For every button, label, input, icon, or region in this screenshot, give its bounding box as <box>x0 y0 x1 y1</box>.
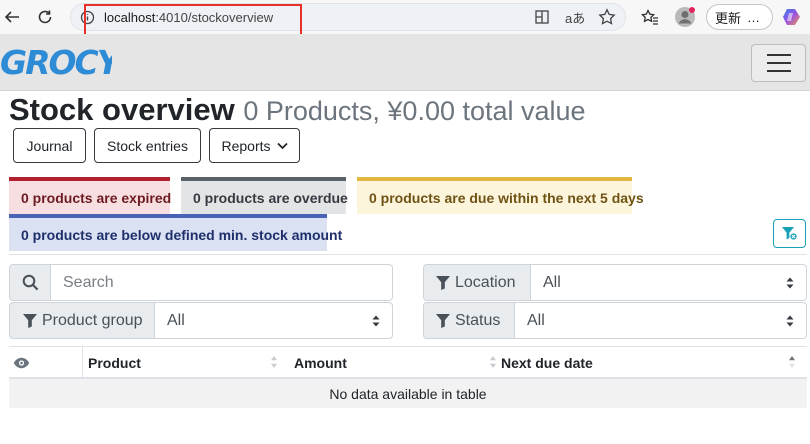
expired-status-badge[interactable]: 0 products are expired <box>9 177 171 214</box>
journal-button[interactable]: Journal <box>13 128 86 163</box>
location-filter-group: Location All <box>423 264 807 301</box>
stock-entries-button[interactable]: Stock entries <box>94 128 201 163</box>
sort-icon <box>489 355 497 369</box>
select-caret-icon <box>372 315 380 327</box>
page-subtitle: 0 Products, ¥0.00 total value <box>243 96 586 126</box>
overdue-status-badge[interactable]: 0 products are overdue <box>181 177 348 214</box>
product-group-addon: Product group <box>9 302 155 339</box>
product-group-select[interactable]: All <box>155 302 393 339</box>
status-select[interactable]: All <box>515 302 807 339</box>
location-addon: Location <box>423 264 531 301</box>
favorite-star-icon[interactable] <box>598 8 616 26</box>
product-group-filter-group: Product group All <box>9 302 393 339</box>
grocy-logo[interactable]: GROCY <box>0 43 112 79</box>
filter-icon <box>781 226 798 241</box>
svg-text:GROCY: GROCY <box>0 43 112 79</box>
filter-toggle-button[interactable] <box>773 219 806 248</box>
app-navbar: GROCY <box>0 34 810 91</box>
search-input[interactable]: Search <box>51 264 393 301</box>
profile-avatar-icon[interactable] <box>673 5 697 29</box>
read-aloud-icon[interactable]: aあ <box>565 8 585 27</box>
more-dots-icon: … <box>747 9 761 25</box>
back-arrow-icon[interactable] <box>0 5 24 29</box>
hamburger-icon <box>766 54 791 56</box>
stock-table-header: Product Amount Next due date <box>9 346 807 379</box>
search-icon <box>22 274 39 291</box>
copilot-icon[interactable] <box>780 5 804 29</box>
due-soon-status-badge[interactable]: 0 products are due within the next 5 day… <box>357 177 644 214</box>
divider <box>9 254 807 255</box>
below-min-status-badge[interactable]: 0 products are below defined min. stock … <box>9 214 342 251</box>
reload-icon[interactable] <box>33 5 57 29</box>
select-caret-icon <box>786 315 794 327</box>
column-header-next-due-date[interactable]: Next due date <box>501 347 781 378</box>
status-addon: Status <box>423 302 515 339</box>
location-select[interactable]: All <box>531 264 807 301</box>
update-button[interactable]: 更新 … <box>706 4 773 30</box>
split-screen-icon[interactable] <box>534 9 550 25</box>
menu-toggle-button[interactable] <box>751 44 806 82</box>
sort-ascending-icon <box>788 355 796 369</box>
reports-dropdown-button[interactable]: Reports <box>209 128 300 163</box>
status-filter-group: Status All <box>423 302 807 339</box>
search-group: Search <box>9 264 393 301</box>
funnel-icon <box>435 275 451 290</box>
chevron-down-icon <box>276 142 288 150</box>
funnel-icon <box>435 313 451 328</box>
favorites-icon[interactable] <box>638 5 662 29</box>
page-title: Stock overview 0 Products, ¥0.00 total v… <box>9 92 586 127</box>
column-visibility-eye-icon[interactable] <box>13 347 30 378</box>
select-caret-icon <box>786 277 794 289</box>
search-addon <box>9 264 51 301</box>
funnel-icon <box>22 313 38 328</box>
column-header-amount[interactable]: Amount <box>294 347 494 378</box>
sort-icon <box>270 355 278 369</box>
table-empty-row: No data available in table <box>9 379 807 408</box>
column-header-product[interactable]: Product <box>88 347 288 378</box>
